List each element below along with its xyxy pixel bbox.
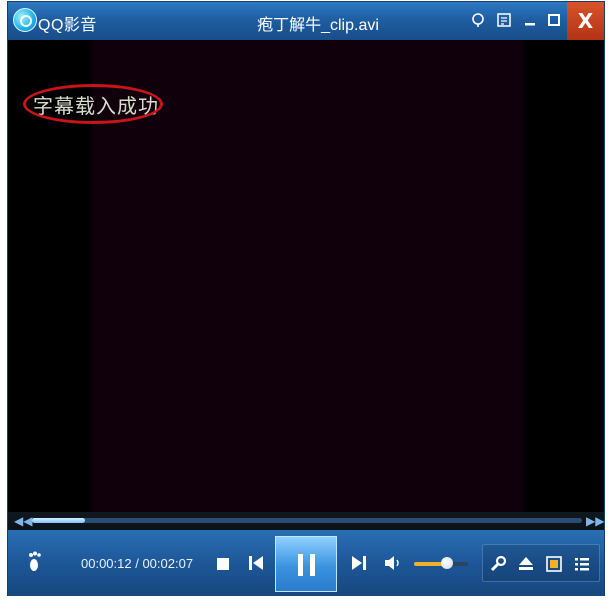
seek-bar[interactable]: ◀◀ ▶▶ <box>8 512 604 530</box>
maximize-icon[interactable] <box>546 12 562 28</box>
previous-icon <box>249 556 263 570</box>
playlist-button[interactable] <box>573 555 591 573</box>
rewind-icon[interactable]: ◀◀ <box>14 513 32 529</box>
tools-icon <box>490 555 507 572</box>
close-button[interactable]: X <box>567 2 604 40</box>
video-area[interactable]: 字幕载入成功 <box>8 40 604 512</box>
footprint-icon[interactable] <box>26 550 46 574</box>
next-button[interactable] <box>351 554 367 572</box>
seek-track[interactable] <box>32 518 582 523</box>
list-mode-icon[interactable] <box>496 12 512 28</box>
screen-mode-icon <box>546 556 562 572</box>
screen-mode-button[interactable] <box>545 555 563 573</box>
file-title: 疱丁解牛_clip.avi <box>257 17 379 34</box>
tool-button-group <box>482 544 600 582</box>
eject-button[interactable] <box>517 555 535 573</box>
stop-icon <box>217 558 229 570</box>
app-name[interactable]: QQ影音 <box>38 11 97 35</box>
volume-icon <box>385 556 399 570</box>
qq-player-window: QQ影音 疱丁解牛_clip.avi X 字幕载入成功 ◀◀ ▶▶ 00:00:… <box>7 1 605 596</box>
skin-icon[interactable] <box>470 12 486 28</box>
pause-button[interactable] <box>275 536 337 592</box>
playlist-icon <box>575 558 589 571</box>
pause-icon <box>298 554 303 576</box>
previous-button[interactable] <box>248 554 264 572</box>
fast-forward-icon[interactable]: ▶▶ <box>586 513 604 529</box>
annotation-ellipse <box>23 84 163 124</box>
qq-player-logo-icon[interactable] <box>13 8 37 32</box>
control-bar: 00:00:12 / 00:02:07 <box>8 530 604 596</box>
next-icon <box>352 556 366 570</box>
eject-icon <box>519 557 533 570</box>
volume-knob[interactable] <box>441 557 453 569</box>
mute-button[interactable] <box>384 555 402 571</box>
time-display: 00:00:12 / 00:02:07 <box>81 556 194 571</box>
seek-progress <box>32 518 85 523</box>
minimize-icon[interactable] <box>522 12 538 28</box>
tools-button[interactable] <box>489 555 507 573</box>
stop-button[interactable] <box>216 556 230 570</box>
title-bar[interactable]: QQ影音 疱丁解牛_clip.avi X <box>8 2 604 40</box>
